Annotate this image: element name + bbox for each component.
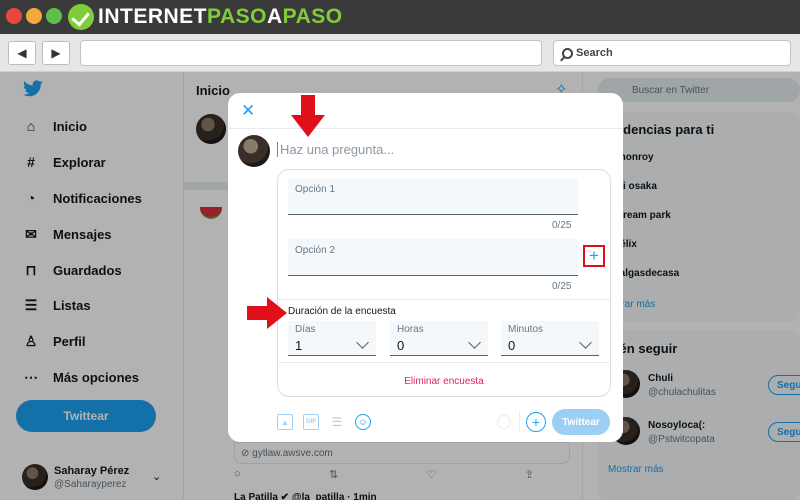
emoji-icon[interactable]: ☺: [355, 414, 371, 430]
gif-icon[interactable]: GIF: [303, 414, 319, 430]
char-progress-ring: [497, 415, 511, 429]
remove-poll-button[interactable]: Eliminar encuesta: [278, 376, 610, 387]
hours-label: Horas: [397, 324, 424, 335]
divider: [228, 128, 623, 129]
browser-toolbar: ◀ ▶ Search: [0, 34, 800, 72]
minutes-label: Minutos: [508, 324, 544, 335]
compose-tweet-modal: ✕ Haz una pregunta... Opción 1 0/25 Opci…: [228, 93, 623, 442]
divider: [519, 411, 520, 433]
browser-search-label: Search: [576, 47, 613, 59]
poll-question-input[interactable]: Haz una pregunta...: [277, 142, 394, 157]
poll-option-label: Opción 2: [295, 245, 336, 256]
browser-search-field[interactable]: Search: [553, 40, 791, 66]
search-icon: [562, 47, 573, 59]
site-logo: INTERNETPASOAPASO: [68, 4, 343, 30]
days-value: 1: [295, 338, 303, 353]
hours-select[interactable]: Horas 0: [390, 321, 488, 356]
poll-option-1-field[interactable]: Opción 1: [288, 178, 578, 215]
divider: [278, 362, 610, 363]
days-label: Días: [295, 324, 316, 335]
add-tweet-button[interactable]: +: [526, 412, 546, 432]
maximize-window-button[interactable]: [46, 8, 62, 24]
poll-editor: Opción 1 0/25 Opción 2 + 0/25 Duración d…: [277, 169, 611, 397]
submit-tweet-button[interactable]: Twittear: [552, 409, 610, 435]
poll-icon[interactable]: ☰: [329, 414, 345, 430]
chevron-down-icon: [356, 336, 369, 349]
minimize-window-button[interactable]: [26, 8, 42, 24]
hours-value: 0: [397, 338, 405, 353]
chevron-down-icon: [579, 336, 592, 349]
avatar: [238, 135, 270, 167]
logo-text: INTERNETPASOAPASO: [98, 5, 343, 28]
compose-toolbar: ▲ GIF ☰ ☺: [277, 412, 381, 432]
poll-option-2-field[interactable]: Opción 2: [288, 239, 578, 276]
red-arrow-right-icon: [247, 297, 287, 329]
days-select[interactable]: Días 1: [288, 321, 376, 356]
char-counter: 0/25: [552, 281, 572, 292]
chevron-down-icon: [468, 336, 481, 349]
address-bar[interactable]: [80, 40, 542, 66]
poll-option-label: Opción 1: [295, 184, 336, 195]
red-arrow-down-icon: [291, 95, 325, 137]
close-window-button[interactable]: [6, 8, 22, 24]
forward-button[interactable]: ▶: [42, 41, 70, 65]
poll-duration-title: Duración de la encuesta: [288, 306, 396, 317]
back-button[interactable]: ◀: [8, 41, 36, 65]
minutes-select[interactable]: Minutos 0: [501, 321, 599, 356]
plus-icon: +: [589, 246, 599, 265]
add-option-button[interactable]: +: [583, 245, 605, 267]
image-icon[interactable]: ▲: [277, 414, 293, 430]
browser-titlebar: INTERNETPASOAPASO: [0, 0, 800, 34]
divider: [278, 299, 610, 300]
checkmark-logo-icon: [68, 4, 94, 30]
minutes-value: 0: [508, 338, 516, 353]
char-counter: 0/25: [552, 220, 572, 231]
plus-icon: +: [531, 414, 541, 430]
close-icon[interactable]: ✕: [241, 101, 255, 121]
